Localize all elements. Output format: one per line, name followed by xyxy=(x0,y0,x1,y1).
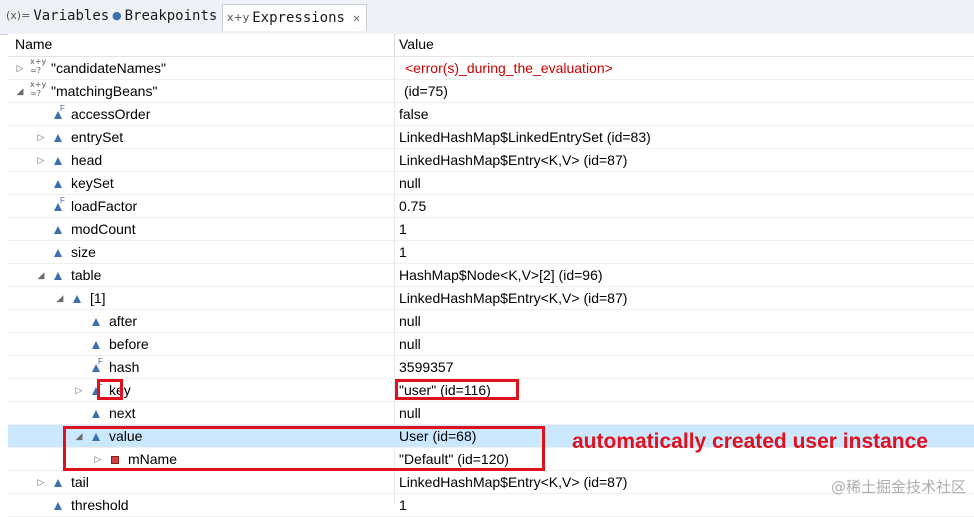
row-value: 1 xyxy=(399,244,407,260)
watermark: @稀土掘金技术社区 xyxy=(830,478,966,496)
field-icon xyxy=(51,126,67,149)
row-name: table xyxy=(71,267,102,283)
row-name: after xyxy=(109,313,138,329)
variables-icon: (x)= xyxy=(6,9,31,22)
tree-row[interactable]: ▷ head LinkedHashMap$Entry<K,V> (id=87) xyxy=(8,149,974,172)
tree-row[interactable]: size 1 xyxy=(8,241,974,264)
field-icon xyxy=(89,310,105,333)
row-name: accessOrder xyxy=(71,106,151,122)
row-value: null xyxy=(399,175,421,191)
row-value: LinkedHashMap$Entry<K,V> (id=87) xyxy=(399,474,628,490)
row-value: 1 xyxy=(399,221,407,237)
expand-arrow-icon[interactable]: ▷ xyxy=(35,149,47,172)
row-value: LinkedHashMap$Entry<K,V> (id=87) xyxy=(399,152,628,168)
field-icon xyxy=(51,241,67,264)
row-value: 3599357 xyxy=(399,359,454,375)
collapse-arrow-icon[interactable]: ◢ xyxy=(54,287,66,310)
watch-expression-icon: x+y =? xyxy=(30,80,47,98)
field-icon xyxy=(51,471,67,494)
expressions-icon: x+y xyxy=(227,11,250,24)
row-value: LinkedHashMap$LinkedEntrySet (id=83) xyxy=(399,129,651,145)
row-value: <error(s)_during_the_evaluation> xyxy=(405,60,613,76)
row-value: null xyxy=(399,336,421,352)
field-icon xyxy=(51,149,67,172)
field-icon xyxy=(51,218,67,241)
row-name: "candidateNames" xyxy=(51,60,167,76)
row-name: before xyxy=(109,336,149,352)
final-field-icon: F xyxy=(51,103,67,126)
tree-row[interactable]: F loadFactor 0.75 xyxy=(8,195,974,218)
tab-expressions-label: Expressions xyxy=(252,10,345,26)
column-header-name[interactable]: Name xyxy=(15,36,52,52)
field-icon xyxy=(51,172,67,195)
view-tab-bar: (x)= Variables ● Breakpoints x+y Express… xyxy=(0,0,974,35)
field-icon xyxy=(70,287,86,310)
tree-row[interactable]: threshold 1 xyxy=(8,494,974,517)
row-value: null xyxy=(399,405,421,421)
tree-row[interactable]: before null xyxy=(8,333,974,356)
row-name: "matchingBeans" xyxy=(51,83,158,99)
annotation-text: automatically created user instance xyxy=(572,430,928,453)
row-value: 1 xyxy=(399,497,407,513)
row-value: null xyxy=(399,313,421,329)
tree-row[interactable]: after null xyxy=(8,310,974,333)
watch-expression-icon: x+y =? xyxy=(30,57,47,75)
tab-breakpoints[interactable]: ● Breakpoints xyxy=(112,5,217,27)
tab-expressions[interactable]: x+y Expressions ✕ xyxy=(222,4,368,31)
highlight-box-key-value xyxy=(395,379,519,400)
column-divider[interactable] xyxy=(394,34,395,56)
field-icon xyxy=(51,494,67,517)
tree-row[interactable]: ▷ entrySet LinkedHashMap$LinkedEntrySet … xyxy=(8,126,974,149)
row-name: hash xyxy=(109,359,140,375)
collapse-arrow-icon[interactable]: ◢ xyxy=(14,80,26,103)
row-name: entrySet xyxy=(71,129,124,145)
final-field-icon: F xyxy=(51,195,67,218)
tree-row[interactable]: F accessOrder false xyxy=(8,103,974,126)
row-name: [1] xyxy=(90,290,106,306)
tab-variables-label: Variables xyxy=(33,8,110,24)
highlight-box-user-instance xyxy=(63,426,545,471)
row-name: size xyxy=(71,244,96,260)
row-value: HashMap$Node<K,V>[2] (id=96) xyxy=(399,267,603,283)
tree-row[interactable]: ◢ [1] LinkedHashMap$Entry<K,V> (id=87) xyxy=(8,287,974,310)
row-value: LinkedHashMap$Entry<K,V> (id=87) xyxy=(399,290,628,306)
column-header: Name Value xyxy=(8,34,974,57)
breakpoints-icon: ● xyxy=(112,9,122,22)
tree-row[interactable]: ▷ tail LinkedHashMap$Entry<K,V> (id=87) xyxy=(8,471,974,494)
tree-row[interactable]: keySet null xyxy=(8,172,974,195)
tree-row[interactable]: next null xyxy=(8,402,974,425)
row-value: 0.75 xyxy=(399,198,427,214)
tree-row[interactable]: F hash 3599357 xyxy=(8,356,974,379)
tree-row[interactable]: ▷ x+y =? "candidateNames" <error(s)_durin… xyxy=(8,57,974,80)
tree-row[interactable]: modCount 1 xyxy=(8,218,974,241)
row-value: (id=75) xyxy=(404,83,448,99)
row-name: tail xyxy=(71,474,89,490)
column-header-value[interactable]: Value xyxy=(399,36,434,52)
tab-variables[interactable]: (x)= Variables xyxy=(6,5,109,27)
final-field-icon: F xyxy=(89,356,105,379)
row-name: loadFactor xyxy=(71,198,138,214)
expand-arrow-icon[interactable]: ▷ xyxy=(73,379,85,402)
row-name: modCount xyxy=(71,221,136,237)
row-name: keySet xyxy=(71,175,114,191)
field-icon xyxy=(89,333,105,356)
field-icon xyxy=(89,402,105,425)
expand-arrow-icon[interactable]: ▷ xyxy=(14,57,26,80)
close-icon[interactable]: ✕ xyxy=(353,5,360,31)
row-name: head xyxy=(71,152,103,168)
row-value: false xyxy=(399,106,429,122)
row-name: next xyxy=(109,405,136,421)
row-name: threshold xyxy=(71,497,129,513)
field-icon xyxy=(51,264,67,287)
tab-breakpoints-label: Breakpoints xyxy=(124,8,218,24)
tree-row[interactable]: ◢ x+y =? "matchingBeans" (id=75) xyxy=(8,80,974,103)
expand-arrow-icon[interactable]: ▷ xyxy=(35,126,47,149)
collapse-arrow-icon[interactable]: ◢ xyxy=(35,264,47,287)
tree-row[interactable]: ◢ table HashMap$Node<K,V>[2] (id=96) xyxy=(8,264,974,287)
highlight-box-key-name xyxy=(97,379,123,400)
expand-arrow-icon[interactable]: ▷ xyxy=(35,471,47,494)
